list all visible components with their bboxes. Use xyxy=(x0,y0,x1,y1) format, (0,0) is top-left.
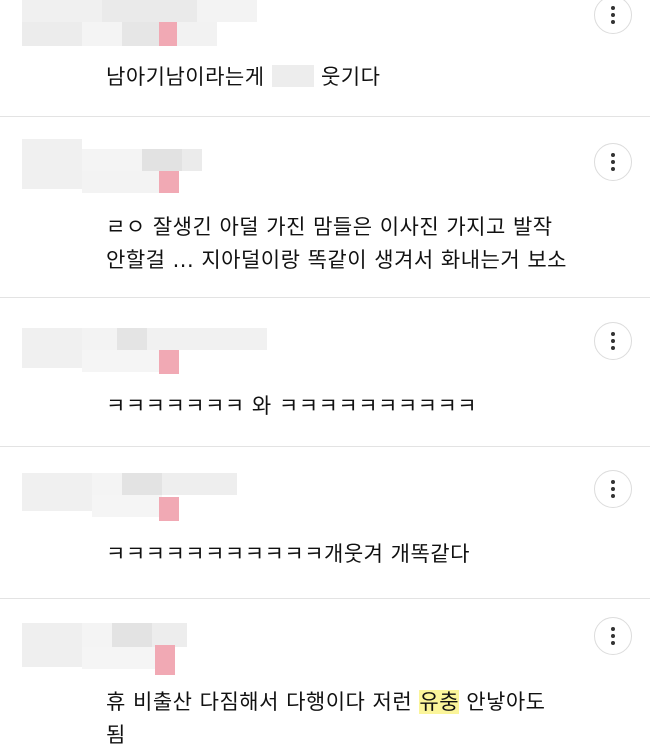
comment-text-line-2: 안할걸 ... 지아덜이랑 똑같이 생겨서 화내는거 보소 xyxy=(106,248,567,272)
highlighted-word: 유충 xyxy=(419,690,460,714)
comment-2: ㄹㅇ 잘생긴 아덜 가진 맘들은 이사진 가지고 발작 안할걸 ... 지아덜이… xyxy=(0,117,650,297)
comment-1: 남아기남이라는게 웃기다 xyxy=(0,0,650,117)
more-options-button[interactable] xyxy=(594,322,632,360)
censored-text-block xyxy=(271,65,314,87)
more-vertical-icon xyxy=(611,480,615,484)
comment-text: ㅋㅋㅋㅋㅋㅋㅋ 와 ㅋㅋㅋㅋㅋㅋㅋㅋㅋㅋ xyxy=(106,394,478,418)
comment-text-line-1: 휴 비출산 다짐해서 다행이다 저런 유충 안낳아도 xyxy=(106,690,546,714)
more-vertical-icon xyxy=(611,332,615,336)
more-vertical-icon xyxy=(611,153,615,157)
comment-4: ㅋㅋㅋㅋㅋㅋㅋㅋㅋㅋㅋ개웃겨 개똑같다 xyxy=(0,447,650,599)
more-options-button[interactable] xyxy=(594,617,632,655)
comment-3: ㅋㅋㅋㅋㅋㅋㅋ 와 ㅋㅋㅋㅋㅋㅋㅋㅋㅋㅋ xyxy=(0,298,650,446)
comment-5: 휴 비출산 다짐해서 다행이다 저런 유충 안낳아도 됨 xyxy=(0,599,650,755)
comment-text: 남아기남이라는게 웃기다 xyxy=(106,65,381,89)
more-vertical-icon xyxy=(611,6,615,10)
comment-text-line-2: 됨 xyxy=(106,723,126,747)
more-vertical-icon xyxy=(611,627,615,631)
comment-text-line-1: ㄹㅇ 잘생긴 아덜 가진 맘들은 이사진 가지고 발작 xyxy=(106,215,553,239)
more-options-button[interactable] xyxy=(594,0,632,34)
more-options-button[interactable] xyxy=(594,470,632,508)
more-options-button[interactable] xyxy=(594,143,632,181)
comment-text: ㅋㅋㅋㅋㅋㅋㅋㅋㅋㅋㅋ개웃겨 개똑같다 xyxy=(106,542,470,566)
